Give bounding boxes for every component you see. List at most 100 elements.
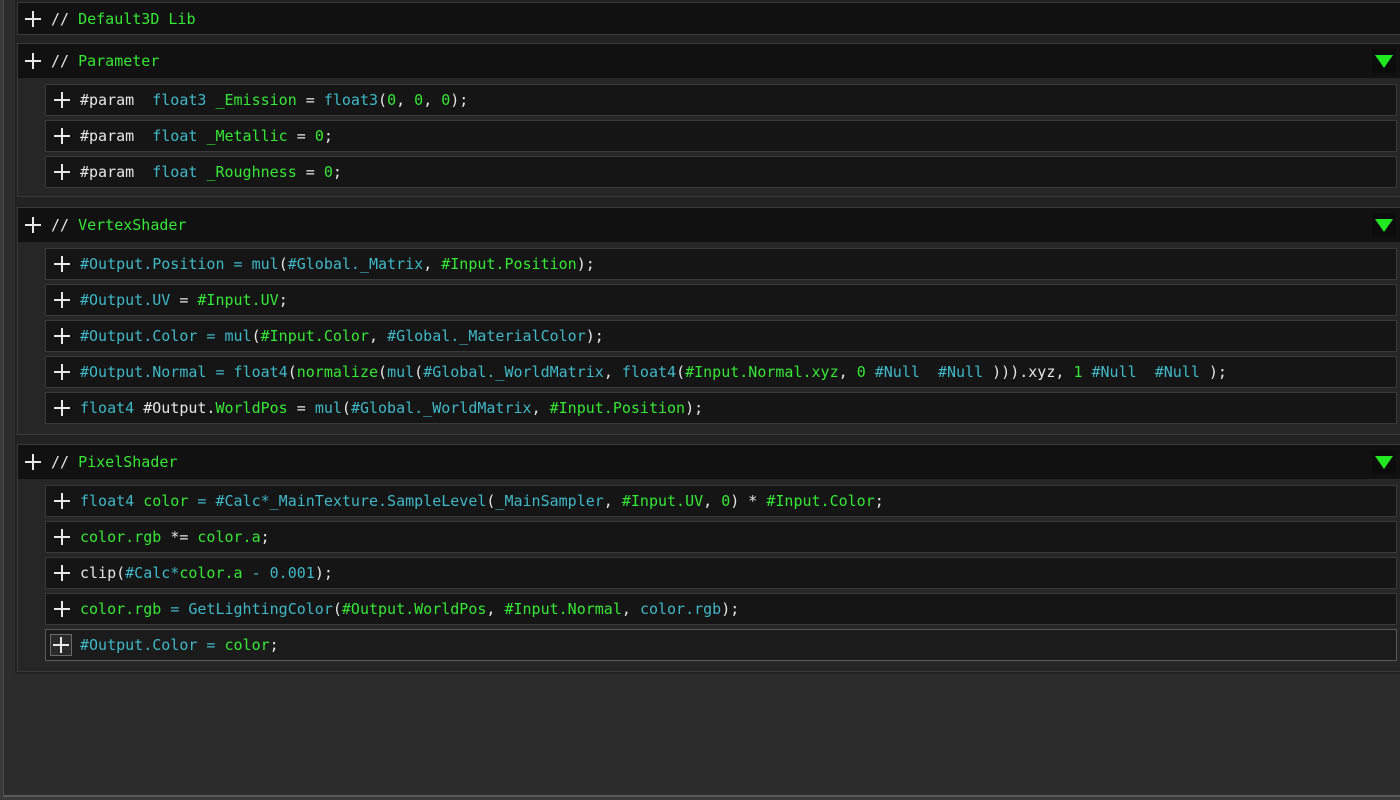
code-row[interactable]: #Output.Normal = float4(normalize(mul(#G… [45,356,1397,388]
add-plus-icon[interactable] [50,634,72,656]
code-token: , [423,255,442,273]
code-row[interactable]: float4 color = #Calc*_MainTexture.Sample… [45,485,1397,517]
code-token: #Null #Null [874,363,993,381]
code-token: color.rgb [639,600,722,618]
code-row[interactable]: #Output.Color = color; [45,629,1397,661]
expand-plus-icon[interactable] [25,454,41,470]
code-token: color.a [179,564,252,582]
code-token: ( [287,363,297,381]
code-token: color [224,636,270,654]
pixel-shader-block: // PixelShader float4 color = #Calc*_Mai… [17,444,1400,672]
code-row[interactable]: float4 #Output.WorldPos = mul(#Global._W… [45,392,1397,424]
add-plus-icon[interactable] [54,364,70,380]
code-token: 0 [856,363,875,381]
code-token: ; [874,492,884,510]
code-token: WorldPos [215,399,297,417]
code-line: float4 color = #Calc*_MainTexture.Sample… [80,492,884,510]
code-token: #Input.UV [197,291,279,309]
code-token: ( [414,363,424,381]
code-token: float4 [80,492,144,510]
code-token: = [296,127,315,145]
code-row[interactable]: color.rgb = GetLightingColor(#Output.Wor… [45,593,1397,625]
code-row[interactable]: #Output.UV = #Input.UV; [45,284,1397,316]
code-token: #Input.Position [441,255,577,273]
code-token: 0 [721,492,731,510]
code-row[interactable]: #param float _Roughness = 0; [45,156,1397,188]
code-line: color.rgb *= color.a; [80,528,270,546]
code-line: #Output.Color = color; [80,636,279,654]
code-token: ); [314,564,333,582]
code-token: , [603,492,622,510]
code-token: #Null #Null [1091,363,1209,381]
code-token: float3 [323,91,379,109]
add-plus-icon[interactable] [54,565,70,581]
code-token: ( [341,399,351,417]
code-token: ( [378,363,388,381]
code-line: #Output.Position = mul(#Global._Matrix, … [80,255,595,273]
code-token: , [396,91,415,109]
add-plus-icon[interactable] [54,164,70,180]
block-title: // Parameter [51,52,159,70]
code-token: 0 [314,127,324,145]
expand-plus-icon[interactable] [25,217,41,233]
collapse-triangle-icon[interactable] [1372,450,1396,474]
code-row[interactable]: clip(#Calc*color.a - 0.001); [45,557,1397,589]
code-token: #Input.Normal.xyz [685,363,839,381]
code-token: ; [269,636,279,654]
add-plus-icon[interactable] [54,128,70,144]
code-token: *= [170,528,198,546]
code-token: ( [378,91,388,109]
code-token: #param [80,163,153,181]
parameter-block: // Parameter #param float3 _Emission = f… [17,43,1400,197]
code-line: clip(#Calc*color.a - 0.001); [80,564,333,582]
code-token: ( [676,363,686,381]
expand-plus-icon[interactable] [25,10,41,27]
code-token: #Global._MaterialColor [387,327,586,345]
code-token: #param [80,91,153,109]
pixel-shader-block-header[interactable]: // PixelShader [18,445,1400,479]
code-row[interactable]: #Output.Color = mul(#Input.Color, #Globa… [45,320,1397,352]
add-plus-icon[interactable] [54,328,70,344]
vertex-shader-block-header[interactable]: // VertexShader [18,208,1400,242]
add-plus-icon[interactable] [54,256,70,272]
code-token: , [531,399,550,417]
code-token: // [51,9,79,28]
add-plus-icon[interactable] [54,92,70,108]
collapse-triangle-icon[interactable] [1372,49,1396,73]
code-token: // [51,453,79,471]
code-token: - 0.001 [251,564,315,582]
code-row[interactable]: #param float3 _Emission = float3(0, 0, 0… [45,84,1397,116]
code-token: ); [585,327,604,345]
code-token: #Output.Color = [80,636,225,654]
code-token: #Global._WorldMatrix [350,399,532,417]
code-token: , [423,91,442,109]
code-token: ; [332,163,342,181]
code-token: = [305,163,324,181]
code-token: color.a [197,528,261,546]
code-token: = #Calc*_MainTexture.SampleLevel [197,492,487,510]
code-token: ); [450,91,469,109]
code-row[interactable]: #param float _Metallic = 0; [45,120,1397,152]
code-token: 0 [323,163,333,181]
code-token: #Input.Normal [504,600,622,618]
expand-plus-icon[interactable] [25,53,41,69]
code-line: #param float3 _Emission = float3(0, 0, 0… [80,91,468,109]
code-line: #Output.UV = #Input.UV; [80,291,288,309]
add-plus-icon[interactable] [54,601,70,617]
code-row[interactable]: #Output.Position = mul(#Global._Matrix, … [45,248,1397,280]
add-plus-icon[interactable] [54,292,70,308]
collapse-triangle-icon[interactable] [1372,213,1396,237]
code-token: Default3D Lib [78,9,196,28]
parameter-block-header[interactable]: // Parameter [18,44,1400,78]
lib-header[interactable]: // Default3D Lib [17,2,1400,35]
code-row[interactable]: color.rgb *= color.a; [45,521,1397,553]
code-token: = GetLightingColor [170,600,333,618]
lib-header-text: // Default3D Lib [51,10,196,28]
code-token: float4 [621,363,677,381]
code-token: .xyz, [1019,363,1074,381]
add-plus-icon[interactable] [54,400,70,416]
add-plus-icon[interactable] [54,493,70,509]
add-plus-icon[interactable] [54,529,70,545]
code-token: _Emission [215,91,306,109]
code-token: ) * [730,492,767,510]
